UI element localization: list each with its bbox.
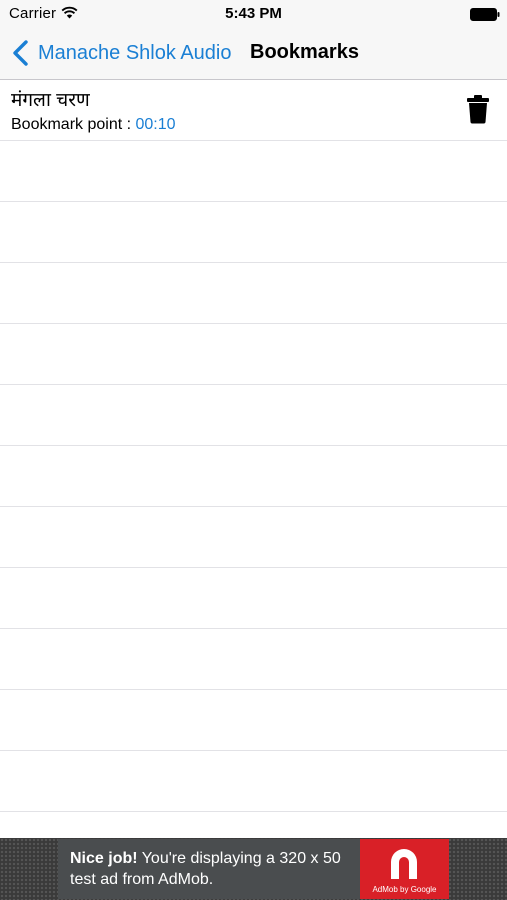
- bookmark-point-time: 00:10: [135, 116, 176, 133]
- navigation-bar: Manache Shlok Audio Bookmarks: [0, 28, 507, 80]
- empty-row: [0, 690, 507, 751]
- ad-content[interactable]: Nice job! You're displaying a 320 x 50 t…: [58, 839, 449, 899]
- empty-row: [0, 446, 507, 507]
- empty-row: [0, 202, 507, 263]
- bookmark-title: मंगला चरण: [11, 90, 90, 111]
- empty-row: [0, 263, 507, 324]
- admob-logo-text: AdMob by Google: [372, 885, 437, 894]
- ad-banner[interactable]: Nice job! You're displaying a 320 x 50 t…: [0, 838, 507, 900]
- trash-icon[interactable]: [466, 94, 490, 124]
- empty-row: [0, 141, 507, 202]
- ad-text: Nice job! You're displaying a 320 x 50 t…: [70, 848, 360, 890]
- bookmark-row[interactable]: मंगला चरण Bookmark point : 00:10: [0, 80, 507, 141]
- bookmark-point: Bookmark point : 00:10: [11, 116, 176, 134]
- empty-row: [0, 324, 507, 385]
- page-title: Bookmarks: [250, 41, 359, 63]
- back-button-label: Manache Shlok Audio: [38, 41, 232, 64]
- bookmark-point-label: Bookmark point :: [11, 116, 136, 133]
- admob-logo[interactable]: AdMob by Google: [360, 839, 449, 899]
- status-time: 5:43 PM: [225, 5, 282, 22]
- empty-row: [0, 568, 507, 629]
- back-button[interactable]: Manache Shlok Audio: [12, 38, 231, 68]
- empty-row: [0, 385, 507, 446]
- admob-icon: [391, 849, 417, 879]
- battery-icon: [470, 8, 500, 21]
- chevron-left-icon: [13, 40, 28, 66]
- empty-row: [0, 629, 507, 690]
- status-bar: Carrier 5:43 PM: [0, 0, 507, 28]
- empty-row: [0, 751, 507, 812]
- ad-headline: Nice job!: [70, 850, 138, 867]
- empty-row: [0, 507, 507, 568]
- bookmarks-table: मंगला चरण Bookmark point : 00:10: [0, 80, 507, 838]
